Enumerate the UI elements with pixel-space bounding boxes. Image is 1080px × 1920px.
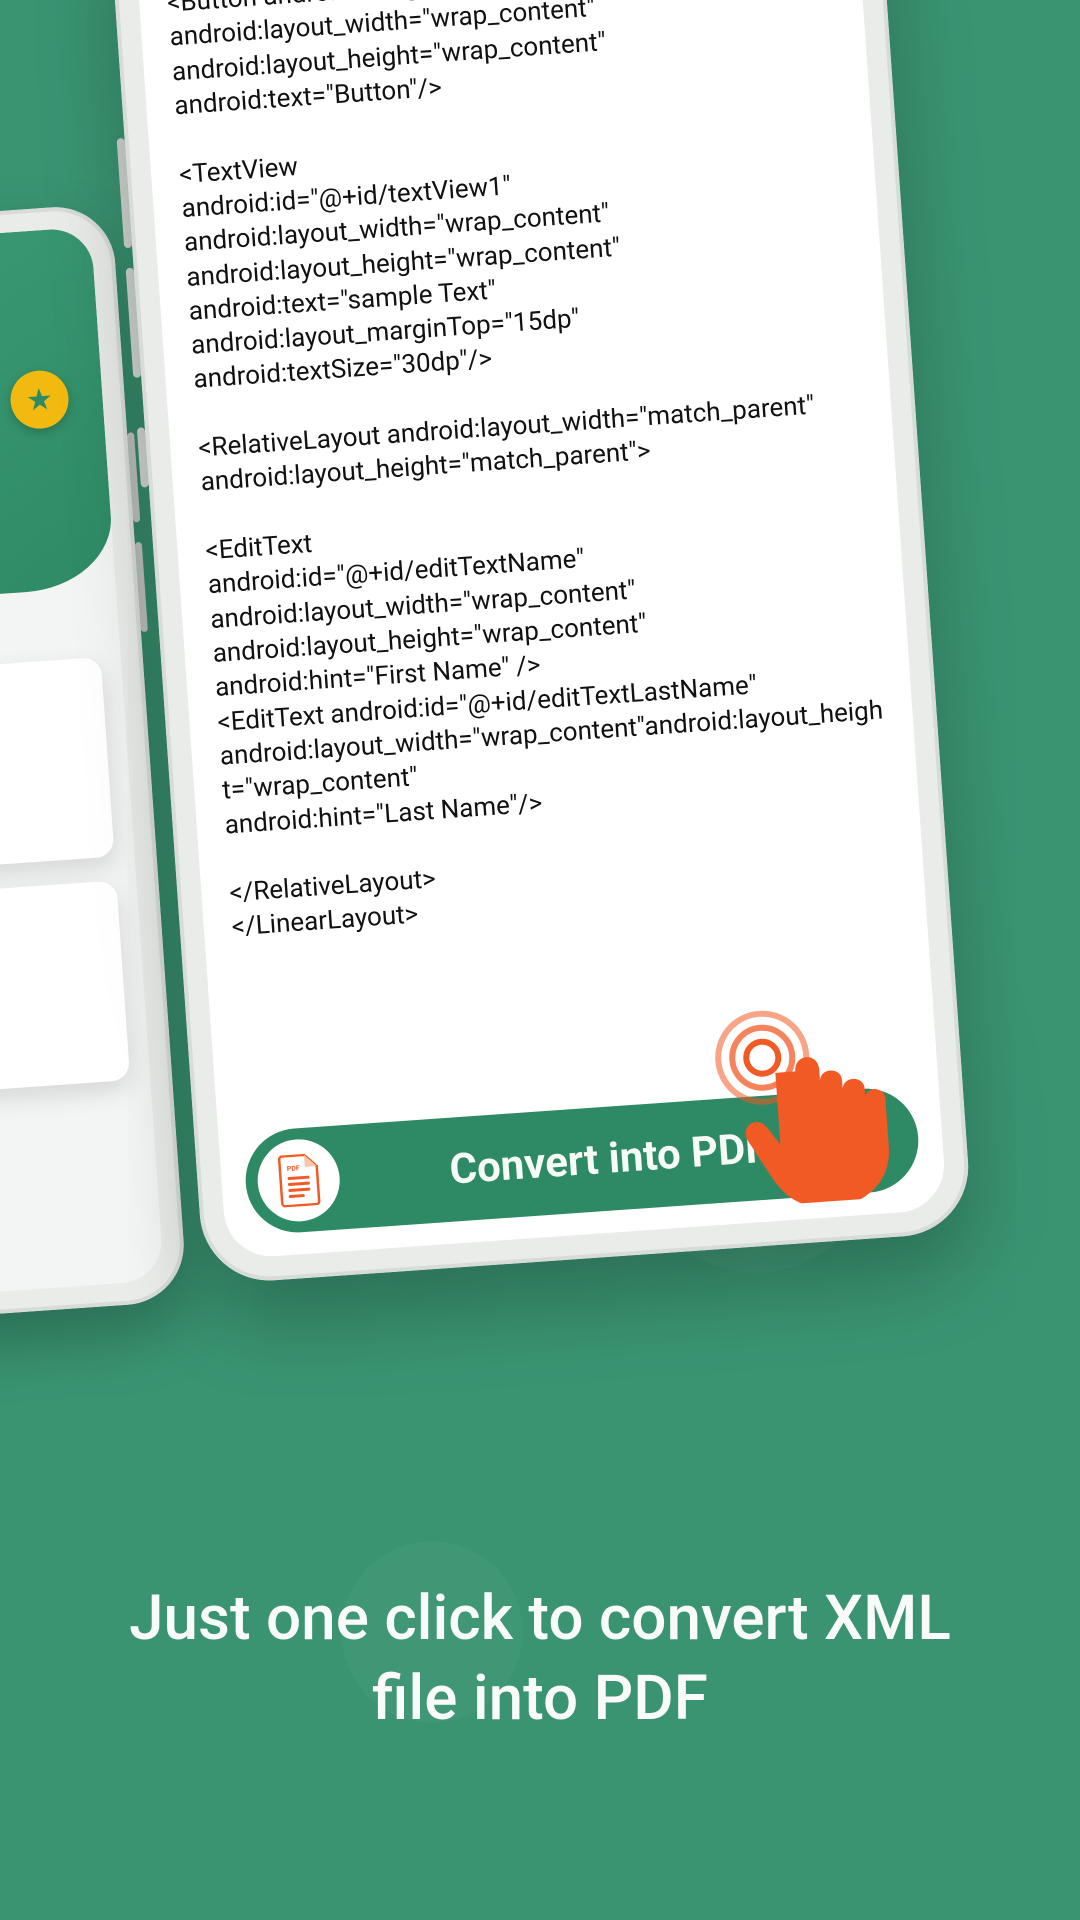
promo-tagline: Just one click to convert XML file into …	[0, 1579, 1080, 1740]
star-icon: ★	[25, 381, 54, 418]
svg-text:PDF: PDF	[287, 1164, 301, 1173]
phone-screen: ‹ <Button android:id="@+id/buton1" andro…	[133, 0, 948, 1260]
phone-screen: ★	[0, 227, 164, 1314]
side-card[interactable]	[0, 657, 115, 887]
pdf-file-icon: PDF	[255, 1137, 343, 1225]
xml-viewer[interactable]: <Button android:id="@+id/buton1" android…	[136, 0, 936, 1110]
convert-button[interactable]: PDF Convert into PDF	[242, 1085, 922, 1236]
side-hero: ★	[0, 227, 116, 619]
side-card[interactable]: F	[0, 880, 130, 1110]
star-badge-icon[interactable]: ★	[9, 369, 71, 431]
promo-stage: ★	[0, 0, 1080, 1920]
phone-frame: ‹ <Button android:id="@+id/buton1" andro…	[107, 0, 973, 1285]
convert-button-label: Convert into PDF	[338, 1113, 920, 1202]
main-phone: ‹ <Button android:id="@+id/buton1" andro…	[107, 0, 973, 1285]
xml-code-text: <Button android:id="@+id/buton1" android…	[166, 0, 897, 945]
side-cards: F	[0, 586, 150, 1112]
